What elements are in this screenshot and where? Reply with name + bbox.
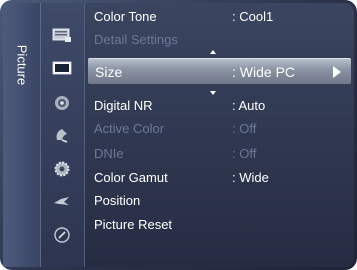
- osd-menu-frame: Picture Color Tone: Cool1 Detail Settin…: [0, 0, 357, 270]
- menu-item-value: : Wide: [232, 170, 269, 185]
- category-tab: Picture: [3, 3, 41, 267]
- menu-item-value: : Cool1: [232, 9, 274, 24]
- menu-item-digital-nr[interactable]: Digital NR : Auto: [86, 94, 354, 117]
- menu-item-label: Color Tone: [94, 9, 157, 24]
- menu-item-label: Size: [95, 63, 123, 80]
- picture-icon[interactable]: [49, 58, 75, 78]
- menu-item-label: DNIe: [94, 146, 124, 161]
- menu-item-size[interactable]: Size : Wide PC: [88, 58, 351, 84]
- menu-item-value: : Wide PC: [232, 63, 296, 80]
- channel-icon[interactable]: [49, 125, 75, 145]
- picture-mode-icon[interactable]: [49, 25, 75, 45]
- arrow-right-icon: [333, 66, 341, 78]
- input-icon[interactable]: [49, 191, 75, 211]
- menu-item-value: : Off: [232, 146, 257, 161]
- menu-item-color-gamut[interactable]: Color Gamut : Wide: [86, 166, 354, 189]
- category-tab-label: Picture: [14, 44, 30, 86]
- sound-icon[interactable]: [49, 93, 75, 113]
- support-icon[interactable]: [49, 225, 75, 245]
- osd-menu-panel: Picture Color Tone: Cool1 Detail Settin…: [3, 3, 354, 267]
- category-icon-column: [41, 3, 85, 267]
- menu-item-dnie: DNIe : Off: [86, 142, 354, 165]
- menu-item-label: Picture Reset: [94, 217, 173, 232]
- setup-icon[interactable]: [49, 159, 75, 179]
- menu-item-picture-reset[interactable]: Picture Reset: [86, 213, 354, 236]
- scroll-up-icon: [210, 50, 216, 54]
- menu-item-position[interactable]: Position: [86, 189, 354, 212]
- menu-item-label: Position: [94, 193, 141, 208]
- menu-item-label: Active Color: [94, 121, 165, 136]
- menu-item-value: : Auto: [232, 98, 266, 113]
- menu-item-detail-settings: Detail Settings: [86, 28, 354, 51]
- menu-item-label: Digital NR: [94, 98, 153, 113]
- menu-item-value: : Off: [232, 121, 257, 136]
- menu-item-label: Color Gamut: [94, 170, 168, 185]
- settings-list: Color Tone : Cool1 Detail Settings Size …: [86, 3, 354, 267]
- menu-item-label: Detail Settings: [94, 32, 178, 47]
- menu-item-color-tone[interactable]: Color Tone : Cool1: [86, 5, 354, 28]
- menu-item-active-color: Active Color : Off: [86, 117, 354, 140]
